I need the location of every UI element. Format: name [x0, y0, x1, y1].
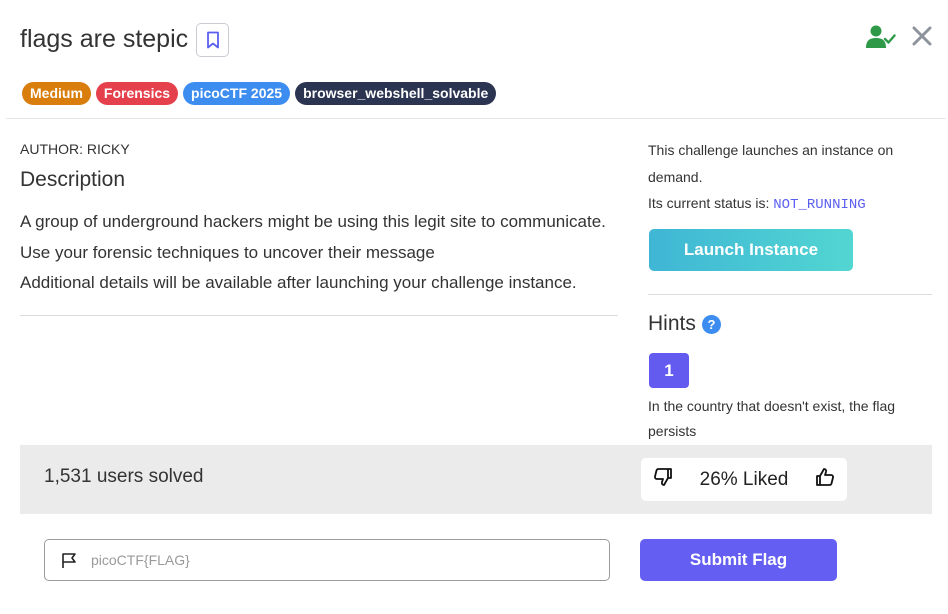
page-title: flags are stepic: [20, 25, 189, 53]
flag-icon: [62, 552, 76, 568]
instance-launch-text: This challenge launches an instance on d…: [648, 142, 894, 185]
hint-text: In the country that doesn't exist, the f…: [648, 398, 896, 439]
close-button[interactable]: [910, 24, 934, 53]
solved-count: 1,531 users solved: [44, 466, 204, 487]
description-heading: Description: [20, 168, 126, 191]
thumbs-up-button[interactable]: [815, 467, 835, 492]
submit-flag-button[interactable]: Submit Flag: [640, 539, 837, 581]
instance-status-prefix: Its current status is:: [648, 195, 770, 211]
event-tag: picoCTF 2025: [183, 82, 291, 105]
solvable-tag: browser_webshell_solvable: [295, 82, 497, 105]
category-tag: Forensics: [95, 82, 179, 105]
like-widget: 26% Liked: [641, 458, 847, 501]
bookmark-icon: [206, 31, 219, 49]
flag-input[interactable]: [91, 552, 571, 568]
description-body: A group of underground hackers might be …: [20, 207, 606, 299]
author-label: AUTHOR: RICKY: [20, 141, 130, 157]
tag-list: Medium Forensics picoCTF 2025 browser_we…: [22, 82, 497, 105]
help-icon[interactable]: ?: [702, 315, 721, 334]
launch-instance-button[interactable]: Launch Instance: [649, 229, 853, 271]
sidebar-divider: [648, 294, 932, 295]
description-line: Additional details will be available aft…: [20, 273, 577, 292]
description-line: Use your forensic techniques to uncover …: [20, 242, 435, 262]
instance-info: This challenge launches an instance on d…: [648, 137, 918, 219]
header-divider: [6, 118, 946, 119]
difficulty-tag: Medium: [22, 82, 91, 105]
liked-percentage: 26% Liked: [699, 468, 789, 490]
flag-input-field[interactable]: [44, 539, 610, 581]
user-check-button[interactable]: [866, 24, 896, 55]
instance-status-value: NOT_RUNNING: [773, 197, 866, 213]
bookmark-button[interactable]: [196, 23, 229, 57]
hints-heading: Hints: [648, 312, 696, 335]
thumbs-up-icon: [816, 468, 834, 486]
hint-number-button[interactable]: 1: [649, 353, 689, 388]
close-icon: [912, 26, 932, 46]
thumbs-down-icon: [654, 468, 672, 486]
user-check-icon: [866, 25, 896, 48]
description-divider: [20, 315, 618, 316]
instance-status-line: Its current status is: NOT_RUNNING: [648, 190, 918, 219]
description-line: A group of underground hackers might be …: [20, 212, 606, 231]
thumbs-down-button[interactable]: [653, 467, 673, 492]
